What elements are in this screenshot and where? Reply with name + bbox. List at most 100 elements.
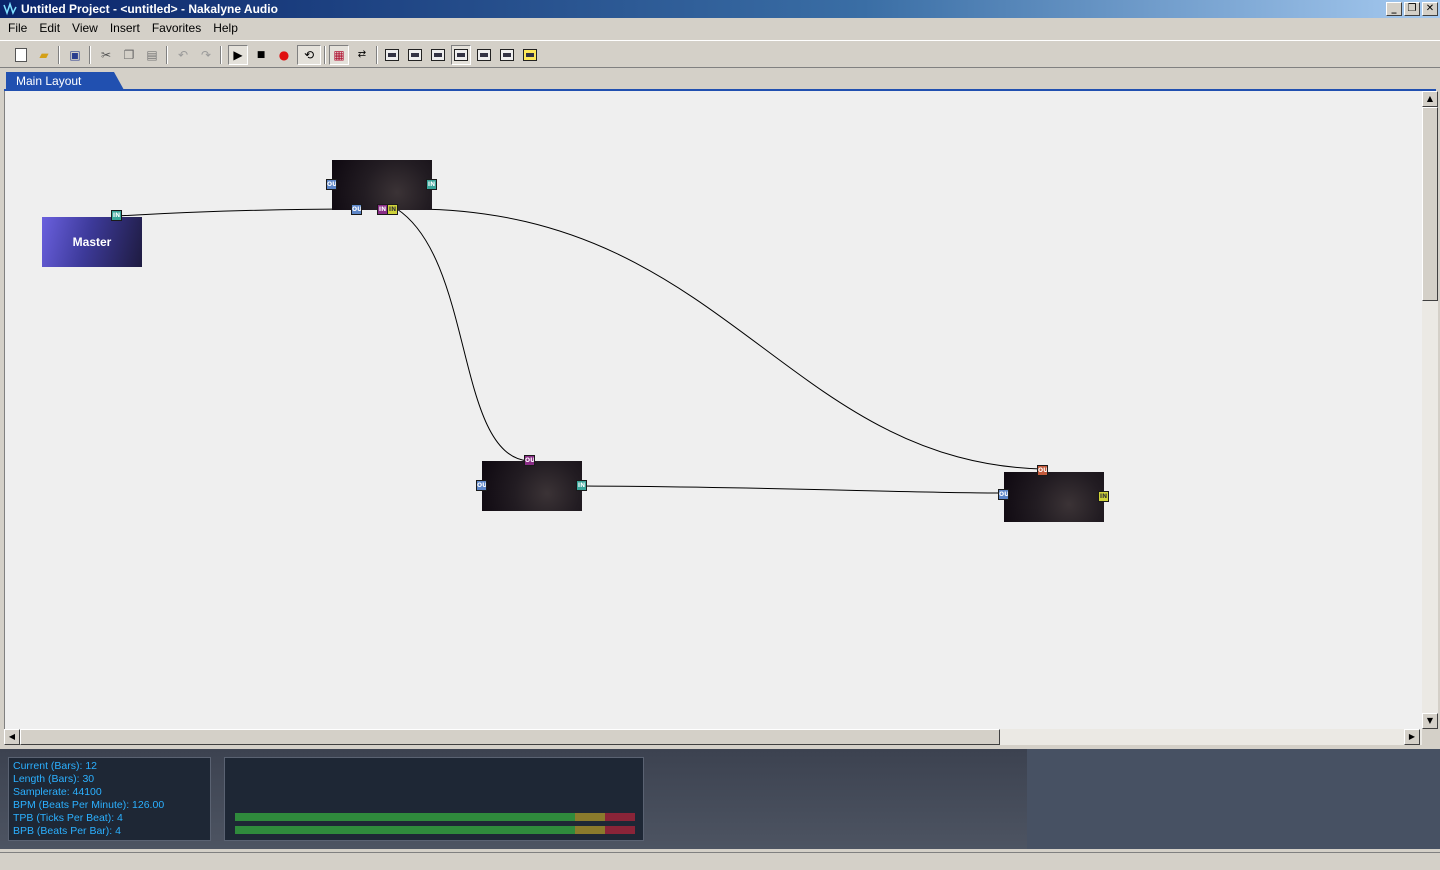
project-info-display: Current (Bars): 12 Length (Bars): 30 Sam… (8, 757, 211, 841)
app-icon (3, 2, 17, 16)
window-icon (500, 49, 514, 61)
connection-wires (116, 208, 1042, 494)
view-7-button[interactable] (520, 45, 540, 65)
stop-icon: ■ (256, 49, 266, 60)
menu-favorites[interactable]: Favorites (146, 21, 207, 35)
window-icon (454, 49, 468, 61)
top-out-port[interactable]: OUT (326, 179, 337, 190)
bpb: BPB (Beats Per Bar): 4 (13, 825, 121, 837)
view-4-button[interactable] (451, 45, 471, 65)
length-bars: Length (Bars): 30 (13, 773, 95, 785)
record-button[interactable]: ● (274, 45, 294, 65)
level-meters (224, 757, 644, 841)
menu-view[interactable]: View (66, 21, 104, 35)
right-in-port[interactable]: IN (1098, 491, 1109, 502)
level-meter-right (235, 826, 635, 834)
window-icon (385, 49, 399, 61)
view-1-button[interactable] (382, 45, 402, 65)
paste-button[interactable]: ▤ (142, 45, 162, 65)
menu-bar: File Edit View Insert Favorites Help (0, 18, 1440, 38)
window-title: Untitled Project - <untitled> - Nakalyne… (21, 2, 278, 16)
play-button[interactable]: ▶ (228, 45, 248, 65)
save-icon: ▣ (69, 48, 81, 62)
mixer-button[interactable]: ▦ (329, 45, 349, 65)
view-6-button[interactable] (497, 45, 517, 65)
undo-button[interactable]: ↶ (173, 45, 193, 65)
arrow-left-icon: ◀ (8, 732, 16, 741)
middle-in-port[interactable]: IN (576, 480, 587, 491)
vertical-scroll-thumb[interactable] (1422, 107, 1438, 301)
new-file-button[interactable] (11, 45, 31, 65)
right-out-port[interactable]: OUT (998, 489, 1009, 500)
view-2-button[interactable] (405, 45, 425, 65)
samplerate: Samplerate: 44100 (13, 786, 102, 798)
view-5-button[interactable] (474, 45, 494, 65)
current-bars: Current (Bars): 12 (13, 760, 98, 772)
copy-icon: ❐ (123, 48, 135, 62)
redo-icon: ↷ (200, 48, 212, 62)
mixer-icon: ▦ (333, 48, 345, 62)
arrange-icon: ⇄ (357, 49, 367, 60)
master-in-port[interactable]: IN (111, 210, 122, 221)
arrow-down-icon: ▼ (1426, 716, 1434, 725)
top-in-port[interactable]: IN (426, 179, 437, 190)
window-icon (523, 49, 537, 61)
level-meter-left (235, 813, 635, 821)
master-node[interactable]: Master (42, 217, 142, 267)
toolbar-separator (89, 46, 91, 64)
wire-master-top (116, 208, 358, 217)
save-button[interactable]: ▣ (65, 45, 85, 65)
vertical-scrollbar[interactable]: ▲ ▼ (1422, 91, 1438, 729)
right-top-port[interactable]: OUT (1037, 465, 1048, 476)
horizontal-scroll-thumb[interactable] (20, 729, 1000, 745)
wire-top-middle (396, 208, 530, 462)
title-bar: Untitled Project - <untitled> - Nakalyne… (0, 0, 1440, 18)
cut-icon: ✂ (100, 48, 112, 62)
cut-button[interactable]: ✂ (96, 45, 116, 65)
scroll-up-button[interactable]: ▲ (1422, 91, 1438, 107)
middle-top-port[interactable]: OUT (524, 455, 535, 466)
paste-icon: ▤ (146, 48, 158, 62)
wire-middle-right (581, 485, 1004, 494)
menu-insert[interactable]: Insert (104, 21, 146, 35)
effect-node-middle[interactable] (482, 461, 582, 511)
menu-file[interactable]: File (2, 21, 33, 35)
minimize-icon: _ (1391, 3, 1397, 14)
arrange-button[interactable]: ⇄ (352, 45, 372, 65)
transport-panel: Current (Bars): 12 Length (Bars): 30 Sam… (0, 749, 1440, 849)
stop-button[interactable]: ■ (251, 45, 271, 65)
loop-button[interactable]: ⟲ (297, 45, 321, 65)
view-3-button[interactable] (428, 45, 448, 65)
redo-button[interactable]: ↷ (196, 45, 216, 65)
restore-icon: ❐ (1407, 3, 1417, 14)
middle-out-port[interactable]: OUT (476, 480, 487, 491)
bpm: BPM (Beats Per Minute): 126.00 (13, 799, 165, 811)
top-out-port-2[interactable]: OUT (351, 204, 362, 215)
top-in-port-3[interactable]: IN (387, 204, 398, 215)
close-button[interactable]: ✕ (1422, 2, 1438, 16)
scroll-right-button[interactable]: ▶ (1404, 729, 1420, 745)
window-icon (431, 49, 445, 61)
effect-node-top[interactable] (332, 160, 432, 210)
open-folder-button[interactable]: ▰ (34, 45, 54, 65)
toolbar-separator (58, 46, 60, 64)
node-canvas[interactable]: Master IN OUT IN OUT IN IN OUT OUT IN OU… (4, 91, 1422, 729)
arrow-up-icon: ▲ (1426, 94, 1434, 103)
scroll-left-button[interactable]: ◀ (4, 729, 20, 745)
restore-button[interactable]: ❐ (1404, 2, 1420, 16)
copy-button[interactable]: ❐ (119, 45, 139, 65)
minimize-button[interactable]: _ (1386, 2, 1402, 16)
menu-help[interactable]: Help (207, 21, 244, 35)
toolbar-separator (376, 46, 378, 64)
close-icon: ✕ (1425, 3, 1435, 14)
open-folder-icon: ▰ (39, 48, 49, 62)
toolbar-separator (166, 46, 168, 64)
effect-node-right[interactable] (1004, 472, 1104, 522)
tab-main-layout[interactable]: Main Layout (6, 72, 124, 90)
horizontal-scrollbar[interactable]: ◀ ▶ (4, 729, 1422, 745)
menu-edit[interactable]: Edit (33, 21, 66, 35)
tab-strip: Main Layout (0, 70, 1440, 90)
scroll-down-button[interactable]: ▼ (1422, 713, 1438, 729)
status-bar (0, 852, 1440, 870)
tpb: TPB (Ticks Per Beat): 4 (13, 812, 123, 824)
